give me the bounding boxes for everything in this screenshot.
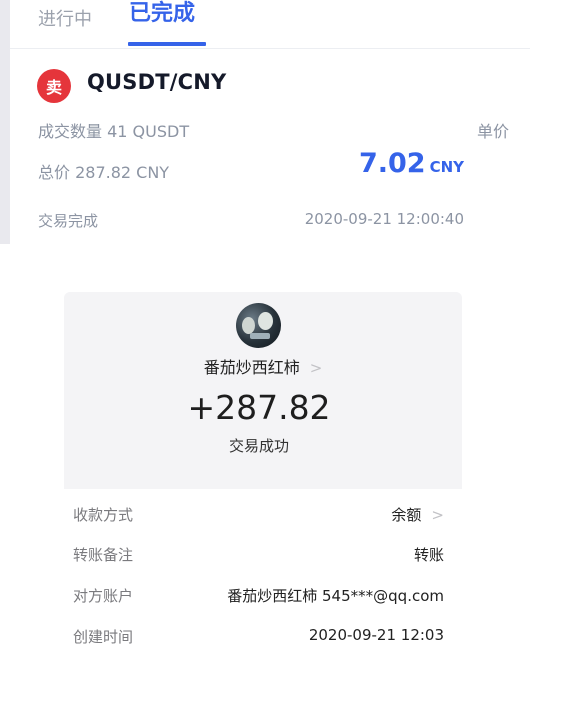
chevron-right-icon: > <box>309 359 323 377</box>
trade-quantity: 成交数量 41 QUSDT <box>38 122 190 141</box>
detail-row-payment-method[interactable]: 收款方式 余额 > <box>64 504 444 528</box>
detail-value-text: 余额 <box>391 506 422 524</box>
detail-label: 创建时间 <box>73 628 134 646</box>
transfer-card: 番茄炒西红柿 > +287.82 交易成功 收款方式 余额 > 转账备注 转账 对方… <box>64 292 462 652</box>
detail-label: 转账备注 <box>73 546 134 564</box>
left-divider <box>0 0 10 244</box>
trading-pair: QUSDT/CNY <box>87 70 227 94</box>
avatar-photo-part <box>258 312 273 330</box>
unit-price-value: 7.02 CNY <box>359 148 464 179</box>
detail-label: 收款方式 <box>73 506 134 524</box>
order-panel: 进行中 已完成 卖 QUSDT/CNY 成交数量 41 QUSDT 单价 总价 … <box>0 0 530 244</box>
unit-price-currency: CNY <box>429 158 464 176</box>
tab-completed[interactable]: 已完成 <box>129 0 195 28</box>
order-tabs: 进行中 已完成 <box>10 0 530 49</box>
transfer-amount: +287.82 <box>187 388 331 427</box>
detail-value: 番茄炒西红柿 545***@qq.com <box>227 587 444 605</box>
detail-value: 余额 > <box>391 504 444 525</box>
tab-in-progress[interactable]: 进行中 <box>38 6 92 34</box>
active-tab-indicator <box>128 42 206 46</box>
avatar[interactable] <box>236 303 281 348</box>
avatar-photo-part <box>250 333 270 339</box>
payer-row[interactable]: 番茄炒西红柿 > <box>64 354 462 378</box>
detail-row-note: 转账备注 转账 <box>64 544 444 568</box>
sell-badge: 卖 <box>37 69 71 103</box>
payer-name: 番茄炒西红柿 <box>203 358 300 377</box>
unit-price-label: 单价 <box>477 122 510 141</box>
unit-price-number: 7.02 <box>358 148 426 179</box>
chevron-right-icon: > <box>431 506 444 524</box>
detail-label: 对方账户 <box>73 587 134 605</box>
order-time: 2020-09-21 12:00:40 <box>304 210 464 228</box>
detail-value: 2020-09-21 12:03 <box>308 626 444 644</box>
detail-row-created-time: 创建时间 2020-09-21 12:03 <box>64 626 444 650</box>
detail-value: 转账 <box>413 546 444 564</box>
avatar-photo-part <box>242 317 255 334</box>
order-status: 交易完成 <box>38 212 99 230</box>
transfer-header: 番茄炒西红柿 > +287.82 交易成功 <box>64 292 462 489</box>
detail-row-counterparty: 对方账户 番茄炒西红柿 545***@qq.com <box>64 585 444 609</box>
transfer-status: 交易成功 <box>228 437 289 455</box>
total-price: 总价 287.82 CNY <box>38 163 170 182</box>
